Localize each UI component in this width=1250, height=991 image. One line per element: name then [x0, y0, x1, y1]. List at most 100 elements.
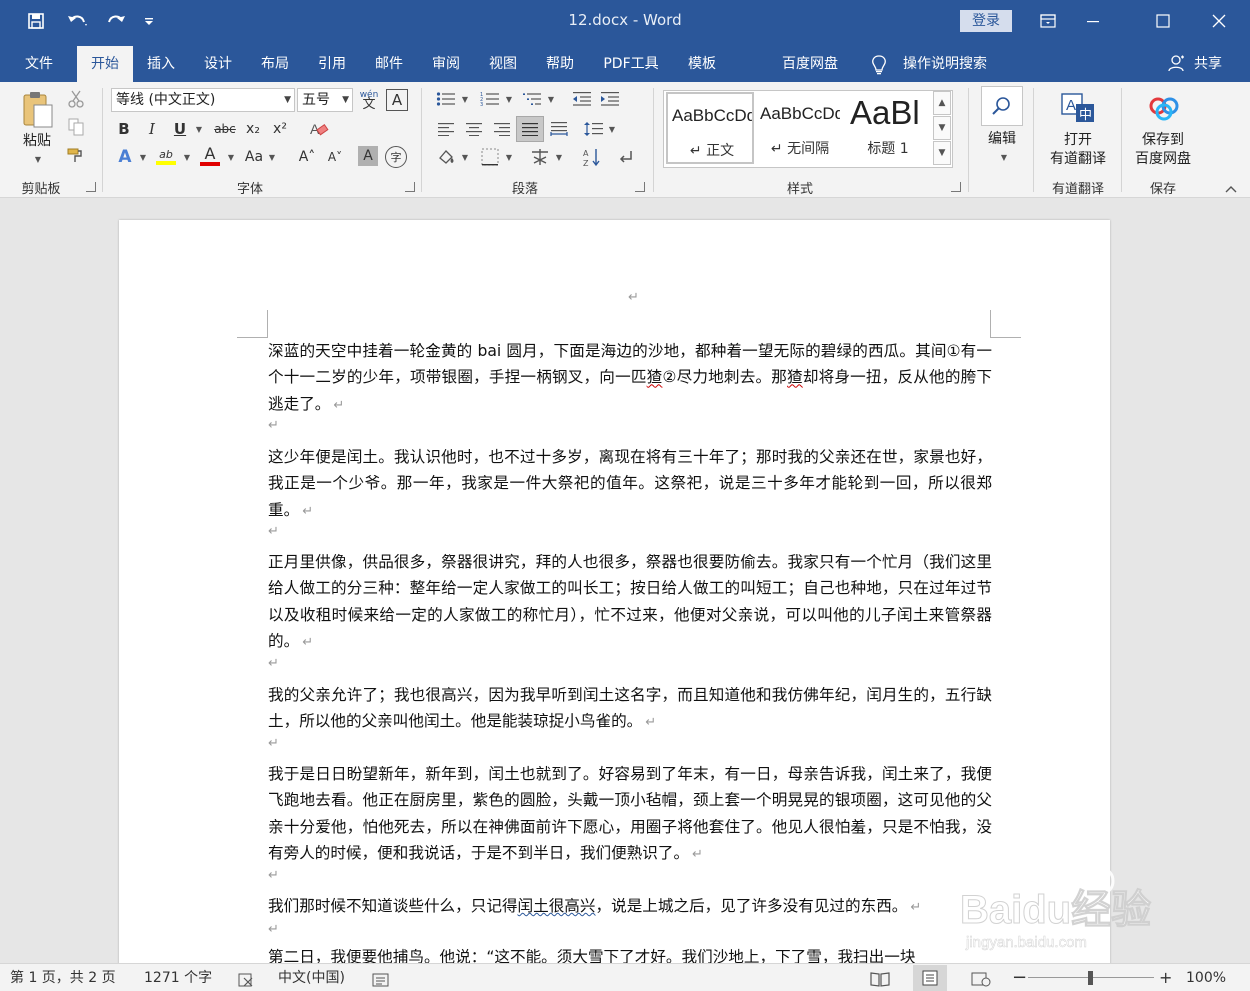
copy-icon[interactable] — [66, 116, 86, 138]
font-name-select[interactable]: 等线 (中文正文) ▼ — [111, 88, 295, 112]
change-case-dropdown-icon[interactable]: ▼ — [266, 146, 276, 168]
word-count[interactable]: 1271 个字 — [144, 964, 212, 991]
paragraph-4[interactable]: 我的父亲允许了；我也很高兴，因为我早听到闰土这名字，而且知道他和我仿佛年纪，闰月… — [268, 682, 992, 737]
multilevel-dropdown-icon[interactable]: ▼ — [545, 88, 555, 110]
line-spacing-dropdown-icon[interactable]: ▼ — [606, 118, 616, 140]
tab-baidu-netdisk[interactable]: 百度网盘 — [770, 46, 850, 82]
read-mode-icon[interactable] — [870, 969, 890, 987]
shading-icon[interactable] — [434, 146, 458, 168]
tab-help[interactable]: 帮助 — [534, 46, 586, 82]
tab-mailings[interactable]: 邮件 — [363, 46, 415, 82]
tab-references[interactable]: 引用 — [306, 46, 358, 82]
subscript-button[interactable]: x₂ — [242, 118, 264, 140]
font-color-dropdown-icon[interactable]: ▼ — [225, 146, 235, 168]
paragraph-2[interactable]: 这少年便是闰土。我认识他时，也不过十多岁，离现在将有三十年了；那时我的父亲还在世… — [268, 444, 992, 525]
strikethrough-button[interactable]: abc — [212, 118, 238, 140]
gallery-more-icon[interactable]: ▼ — [933, 141, 951, 165]
open-youdao-button[interactable]: 打开 有道翻译 — [1044, 131, 1112, 169]
multilevel-list-icon[interactable] — [520, 88, 544, 110]
distributed-icon[interactable] — [547, 118, 571, 140]
paragraph-7[interactable]: 第二日，我便要他捕鸟。他说：“这不能。须大雪下了才好。我们沙地上，下了雪，我扫出… — [268, 944, 992, 963]
paragraph-dialog-launcher-icon[interactable] — [635, 182, 645, 192]
align-center-icon[interactable] — [462, 118, 486, 140]
customize-qat-icon[interactable] — [140, 8, 158, 34]
proofing-icon[interactable] — [238, 970, 256, 987]
tab-layout[interactable]: 布局 — [249, 46, 301, 82]
underline-button[interactable]: U — [170, 118, 190, 140]
paste-label[interactable]: 粘贴 — [16, 132, 58, 151]
enclose-characters-button[interactable]: 字 — [385, 146, 407, 168]
page-count[interactable]: 第 1 页，共 2 页 — [10, 964, 116, 991]
share-person-icon[interactable] — [1168, 54, 1186, 76]
superscript-button[interactable]: x² — [269, 118, 291, 140]
font-color-button[interactable]: A — [198, 144, 222, 168]
tab-home[interactable]: 开始 — [77, 46, 133, 82]
style-heading-1[interactable]: AaBl 标题 1 — [846, 92, 930, 164]
line-spacing-icon[interactable] — [582, 118, 606, 140]
tell-me-search[interactable]: 操作说明搜索 — [903, 46, 987, 82]
zoom-slider-thumb[interactable] — [1088, 971, 1093, 985]
bold-button[interactable]: B — [114, 118, 134, 140]
gallery-scroll-up-icon[interactable]: ▲ — [933, 91, 951, 115]
zoom-in-button[interactable]: + — [1159, 964, 1172, 991]
save-icon[interactable] — [22, 8, 50, 34]
editing-button[interactable]: 编辑 — [980, 130, 1024, 149]
style-normal[interactable]: AaBbCcDd ↵ 正文 — [666, 92, 754, 164]
paragraph-5[interactable]: 我于是日日盼望新年，新年到，闰土也就到了。好容易到了年末，有一日，母亲告诉我，闰… — [268, 761, 992, 868]
undo-icon[interactable] — [58, 8, 96, 34]
align-left-icon[interactable] — [434, 118, 458, 140]
paste-icon[interactable] — [14, 88, 60, 132]
editing-dropdown-icon[interactable]: ▼ — [996, 152, 1010, 162]
collapse-ribbon-icon[interactable] — [1222, 182, 1240, 196]
text-effects-button[interactable]: A — [114, 146, 136, 168]
macro-record-icon[interactable] — [372, 970, 390, 987]
highlight-color-button[interactable]: ab — [154, 144, 178, 168]
justify-icon[interactable] — [516, 116, 544, 142]
cut-icon[interactable] — [66, 88, 86, 110]
spelling-error[interactable]: 猹 — [647, 368, 663, 386]
tab-file[interactable]: 文件 — [12, 46, 66, 82]
paste-dropdown-icon[interactable]: ▼ — [30, 154, 44, 164]
shrink-font-button[interactable]: A˅ — [324, 146, 346, 168]
tab-view[interactable]: 视图 — [477, 46, 529, 82]
styles-dialog-launcher-icon[interactable] — [951, 182, 961, 192]
bullets-icon[interactable] — [434, 88, 458, 110]
tab-pdf-tools[interactable]: PDF工具 — [594, 46, 668, 82]
decrease-indent-icon[interactable] — [570, 88, 594, 110]
grammar-flag[interactable]: 闰土很高兴 — [518, 897, 596, 915]
lightbulb-icon[interactable] — [870, 54, 888, 80]
tab-design[interactable]: 设计 — [192, 46, 244, 82]
format-painter-icon[interactable] — [66, 144, 86, 166]
chinese-layout-icon[interactable] — [528, 146, 552, 168]
share-button[interactable]: 共享 — [1188, 46, 1228, 82]
paragraph-3[interactable]: 正月里供像，供品很多，祭器很讲究，拜的人也很多，祭器也很要防偷去。我家只有一个忙… — [268, 549, 992, 656]
clipboard-dialog-launcher-icon[interactable] — [86, 182, 96, 192]
italic-button[interactable]: I — [142, 118, 162, 140]
minimize-icon[interactable] — [1070, 4, 1116, 38]
underline-dropdown-icon[interactable]: ▼ — [193, 118, 203, 140]
youdao-translate-icon[interactable]: A中 — [1058, 90, 1098, 126]
font-dialog-launcher-icon[interactable] — [405, 182, 415, 192]
align-right-icon[interactable] — [490, 118, 514, 140]
print-layout-icon[interactable] — [913, 965, 947, 991]
document-area[interactable]: ↵ 深蓝的天空中挂着一轮金黄的 bai 圆月，下面是海边的沙地，都种着一望无际的… — [0, 198, 1250, 963]
increase-indent-icon[interactable] — [598, 88, 622, 110]
character-border-icon[interactable]: A — [386, 89, 408, 111]
tab-insert[interactable]: 插入 — [135, 46, 187, 82]
maximize-icon[interactable] — [1140, 4, 1186, 38]
style-no-spacing[interactable]: AaBbCcDd ↵ 无间隔 — [756, 92, 844, 164]
baidu-netdisk-icon[interactable] — [1144, 90, 1184, 126]
borders-dropdown-icon[interactable]: ▼ — [503, 146, 513, 168]
chinese-layout-dropdown-icon[interactable]: ▼ — [553, 146, 563, 168]
text-effects-dropdown-icon[interactable]: ▼ — [137, 146, 147, 168]
font-size-select[interactable]: 五号 ▼ — [297, 88, 353, 112]
numbering-icon[interactable]: 123 — [478, 88, 502, 110]
find-search-icon[interactable] — [981, 86, 1023, 126]
bullets-dropdown-icon[interactable]: ▼ — [459, 88, 469, 110]
sort-icon[interactable]: AZ — [580, 146, 604, 168]
grow-font-button[interactable]: A˄ — [296, 146, 318, 168]
gallery-scroll-down-icon[interactable]: ▼ — [933, 116, 951, 140]
web-layout-icon[interactable] — [971, 969, 991, 987]
character-shading-button[interactable]: A — [358, 146, 378, 166]
paragraph-1[interactable]: 深蓝的天空中挂着一轮金黄的 bai 圆月，下面是海边的沙地，都种着一望无际的碧绿… — [268, 338, 992, 419]
